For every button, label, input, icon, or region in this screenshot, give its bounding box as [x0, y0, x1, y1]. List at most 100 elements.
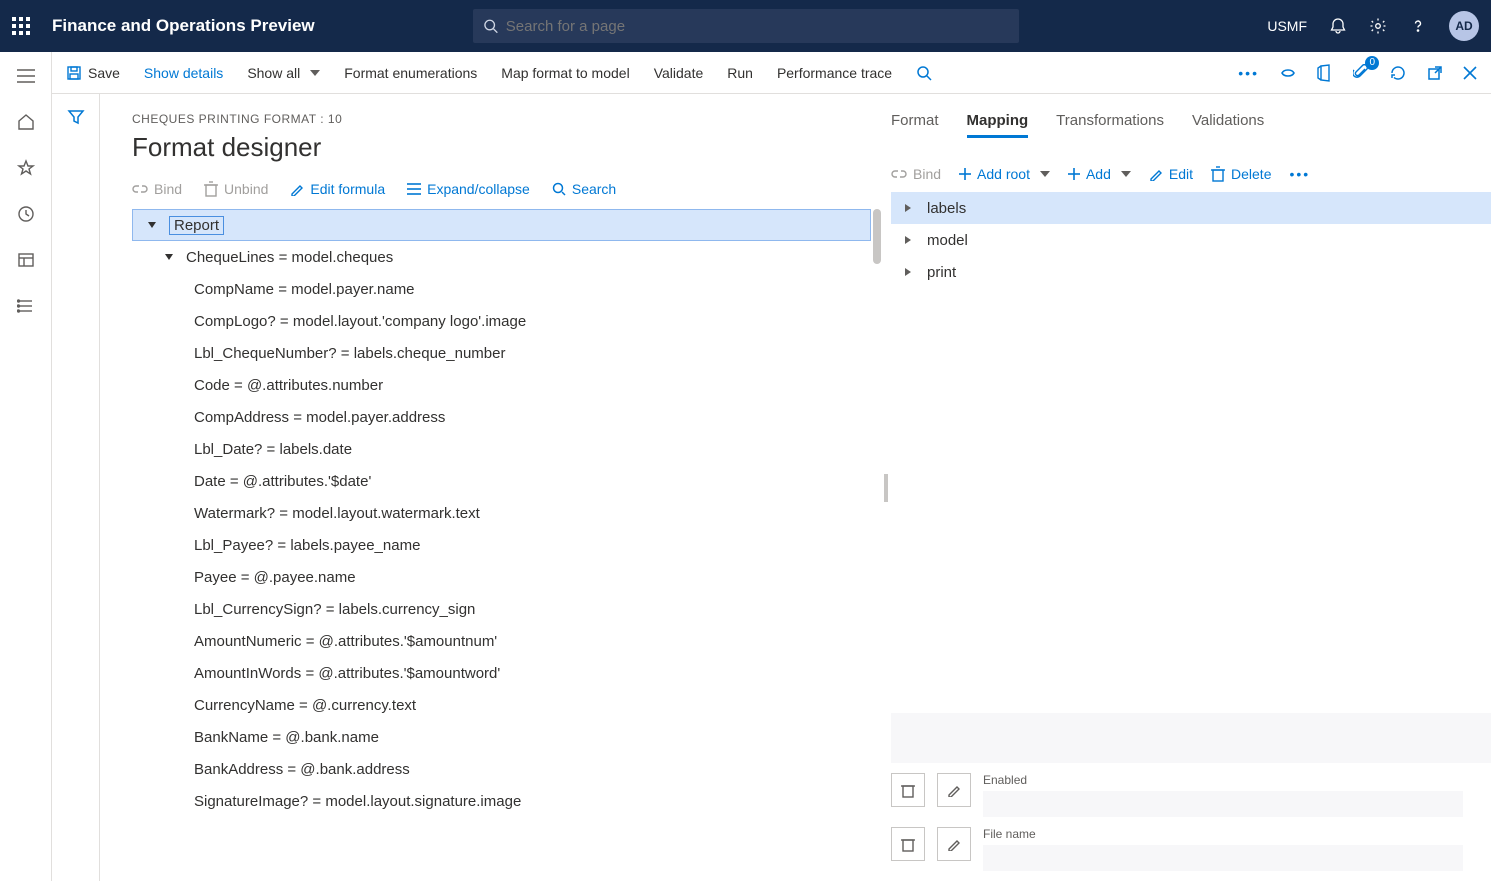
tree-node[interactable]: Date = @.attributes.'$date' [132, 465, 871, 497]
run-button[interactable]: Run [727, 65, 753, 81]
edit-formula-button[interactable]: Edit formula [290, 181, 385, 197]
hamburger-icon[interactable] [16, 66, 36, 86]
collapse-icon[interactable] [145, 218, 159, 232]
datasource-item[interactable]: labels [891, 192, 1491, 224]
pane-splitter[interactable] [881, 94, 891, 881]
search-button[interactable]: Search [552, 181, 616, 197]
tab-validations[interactable]: Validations [1192, 112, 1264, 138]
tree-node[interactable]: CompLogo? = model.layout.'company logo'.… [132, 305, 871, 337]
command-bar: Save Show details Show all Format enumer… [52, 52, 1491, 94]
tree-node[interactable]: AmountNumeric = @.attributes.'$amountnum… [132, 625, 871, 657]
app-launcher-icon[interactable] [12, 17, 30, 35]
plus-icon [1068, 168, 1080, 180]
left-action-row: Bind Unbind Edit formula Expand/collapse… [132, 181, 881, 197]
global-search[interactable] [473, 9, 1019, 43]
edit-filename-button[interactable] [937, 827, 971, 861]
tree-node[interactable]: CurrencyName = @.currency.text [132, 689, 871, 721]
refresh-icon[interactable] [1389, 64, 1407, 82]
tree-node[interactable]: Watermark? = model.layout.watermark.text [132, 497, 871, 529]
page-title: Format designer [132, 132, 881, 163]
favorites-icon[interactable] [16, 158, 36, 178]
tree-node-root[interactable]: Report [132, 209, 871, 241]
more-icon[interactable]: ••• [1238, 65, 1259, 81]
tab-format[interactable]: Format [891, 112, 939, 138]
tree-node[interactable]: AmountInWords = @.attributes.'$amountwor… [132, 657, 871, 689]
filename-field-label: File name [983, 827, 1463, 841]
user-avatar[interactable]: AD [1449, 11, 1479, 41]
bind-button-label: Bind [154, 181, 182, 197]
office-icon[interactable] [1317, 64, 1333, 82]
save-button-label: Save [88, 65, 120, 81]
tab-mapping[interactable]: Mapping [967, 112, 1029, 138]
more-icon[interactable]: ••• [1289, 166, 1310, 182]
expand-icon[interactable] [905, 236, 911, 244]
tree-node-chequelines[interactable]: ChequeLines = model.cheques [132, 241, 871, 273]
tree-node[interactable]: Lbl_ChequeNumber? = labels.cheque_number [132, 337, 871, 369]
tree-node[interactable]: BankName = @.bank.name [132, 721, 871, 753]
save-button[interactable]: Save [66, 65, 120, 81]
right-tabs: Format Mapping Transformations Validatio… [891, 112, 1491, 148]
tree-node[interactable]: Lbl_Date? = labels.date [132, 433, 871, 465]
home-icon[interactable] [16, 112, 36, 132]
datasource-label: print [927, 264, 956, 281]
company-code[interactable]: USMF [1267, 18, 1307, 34]
tab-transformations[interactable]: Transformations [1056, 112, 1164, 138]
map-format-to-model-button[interactable]: Map format to model [501, 65, 629, 81]
tree-node-label: Date = @.attributes.'$date' [194, 473, 371, 490]
popout-icon[interactable] [1427, 65, 1443, 81]
workspaces-icon[interactable] [16, 250, 36, 270]
list-icon [407, 183, 421, 195]
datasource-item[interactable]: print [891, 256, 1491, 288]
expand-icon[interactable] [905, 204, 911, 212]
add-root-button[interactable]: Add root [959, 166, 1050, 182]
show-details-link[interactable]: Show details [144, 65, 223, 81]
datasource-item[interactable]: model [891, 224, 1491, 256]
modules-icon[interactable] [16, 296, 36, 316]
settings-icon[interactable] [1369, 17, 1387, 35]
tree-node[interactable]: CompName = model.payer.name [132, 273, 871, 305]
expand-collapse-label: Expand/collapse [427, 181, 530, 197]
delete-button[interactable]: Delete [1211, 166, 1271, 182]
clear-enabled-button[interactable] [891, 773, 925, 807]
filename-input[interactable] [983, 845, 1463, 871]
expand-collapse-button[interactable]: Expand/collapse [407, 181, 530, 197]
expand-icon[interactable] [905, 268, 911, 276]
tree-node[interactable]: Lbl_Payee? = labels.payee_name [132, 529, 871, 561]
validate-button[interactable]: Validate [654, 65, 704, 81]
tree-node[interactable]: Payee = @.payee.name [132, 561, 871, 593]
tree-node-label: BankAddress = @.bank.address [194, 761, 410, 778]
chevron-down-icon [1040, 171, 1050, 177]
enabled-input[interactable] [983, 791, 1463, 817]
format-enumerations-button[interactable]: Format enumerations [344, 65, 477, 81]
scrollbar-thumb[interactable] [873, 209, 881, 264]
help-icon[interactable] [1409, 17, 1427, 35]
close-icon[interactable] [1463, 66, 1477, 80]
add-button[interactable]: Add [1068, 166, 1131, 182]
tree-node[interactable]: BankAddress = @.bank.address [132, 753, 871, 785]
filter-icon[interactable] [67, 108, 85, 881]
tree-node[interactable]: CompAddress = model.payer.address [132, 401, 871, 433]
clear-filename-button[interactable] [891, 827, 925, 861]
tree-node[interactable]: Code = @.attributes.number [132, 369, 871, 401]
tree-node-label: Lbl_CurrencySign? = labels.currency_sign [194, 601, 475, 618]
tree-node-label: Lbl_ChequeNumber? = labels.cheque_number [194, 345, 505, 362]
trash-icon [901, 836, 915, 852]
edit-button[interactable]: Edit [1149, 166, 1193, 182]
notifications-icon[interactable] [1329, 17, 1347, 35]
tree-node[interactable]: SignatureImage? = model.layout.signature… [132, 785, 871, 817]
mapping-pane: Format Mapping Transformations Validatio… [891, 94, 1491, 881]
find-icon[interactable] [916, 65, 932, 81]
edit-enabled-button[interactable] [937, 773, 971, 807]
performance-trace-button[interactable]: Performance trace [777, 65, 892, 81]
collapse-icon[interactable] [162, 250, 176, 264]
recent-icon[interactable] [16, 204, 36, 224]
show-all-button[interactable]: Show all [247, 65, 320, 81]
tree-node[interactable]: Lbl_CurrencySign? = labels.currency_sign [132, 593, 871, 625]
format-tree[interactable]: Report ChequeLines = model.cheques CompN… [132, 209, 881, 881]
dataverse-icon[interactable] [1279, 64, 1297, 82]
format-tree-pane: CHEQUES PRINTING FORMAT : 10 Format desi… [100, 94, 881, 881]
pencil-icon [947, 837, 961, 851]
global-search-input[interactable] [506, 18, 1009, 35]
trash-icon [901, 782, 915, 798]
attachments-icon[interactable] [1353, 64, 1369, 82]
